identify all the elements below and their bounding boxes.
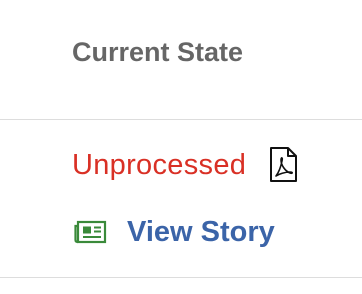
current-state-panel: Current State Unprocessed View Story [0,0,362,294]
header-divider [0,119,362,120]
view-story-link[interactable]: View Story [74,212,275,252]
newspaper-icon [74,220,107,244]
view-story-label[interactable]: View Story [127,212,275,252]
row-divider [0,277,362,278]
pdf-icon[interactable] [268,147,298,183]
column-header-current-state: Current State [72,37,244,67]
state-status-text: Unprocessed [72,149,247,181]
state-row: Unprocessed [72,145,298,185]
